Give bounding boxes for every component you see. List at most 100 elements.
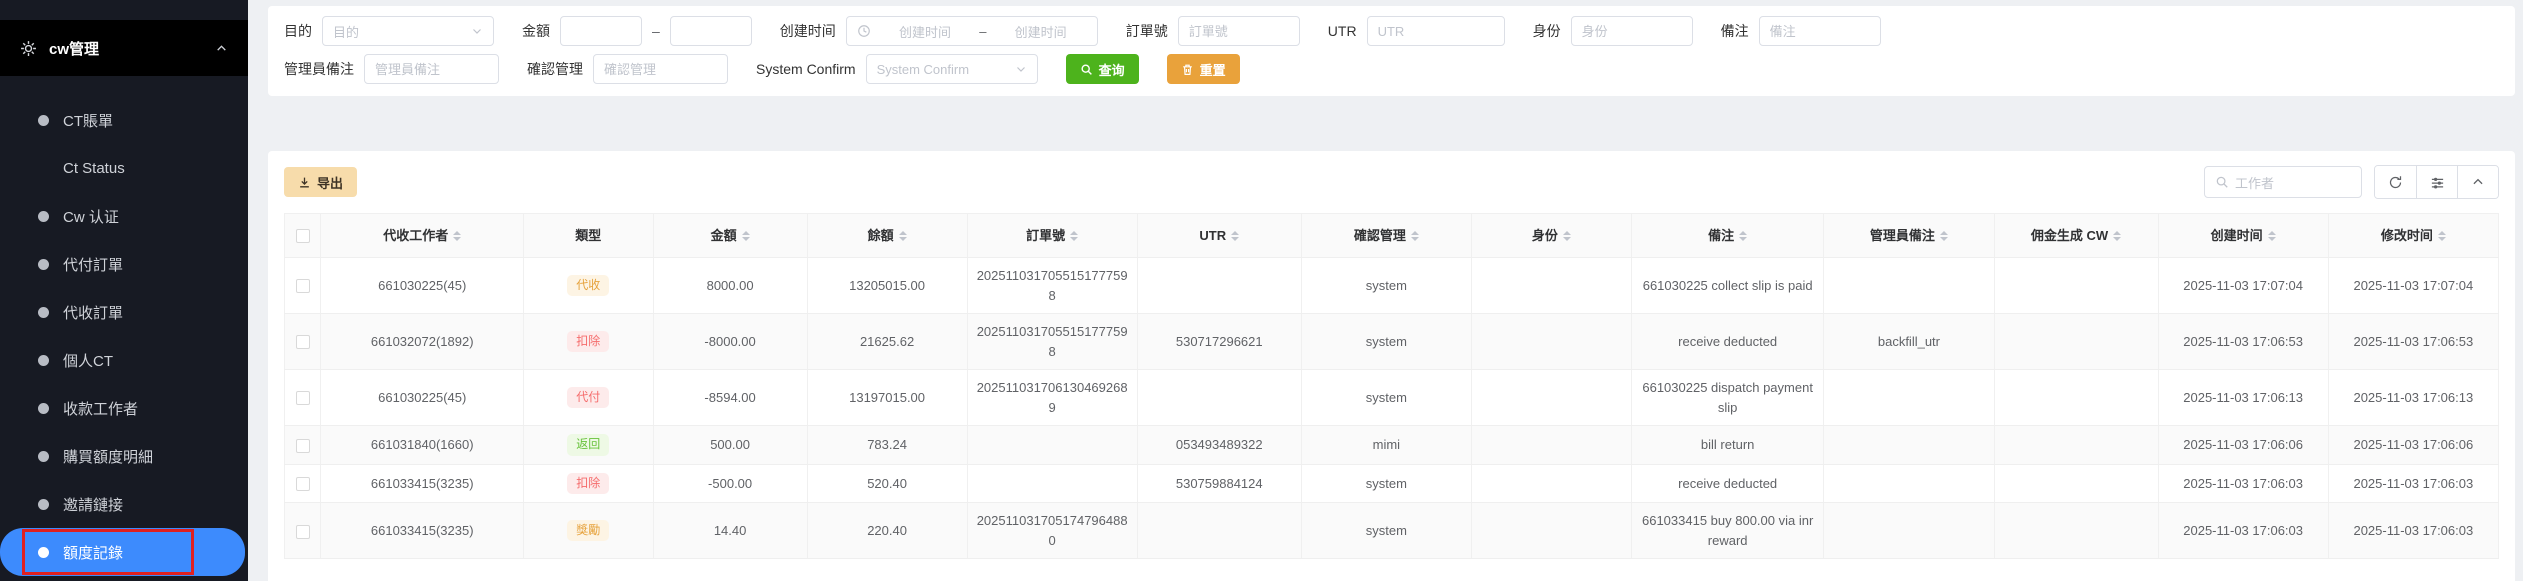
header-modified[interactable]: 修改时间	[2328, 214, 2498, 258]
gear-icon	[20, 40, 37, 57]
cell-commission_cw	[1994, 314, 2158, 370]
sidebar-item-8[interactable]: 邀請鏈接	[0, 480, 248, 528]
header-remark[interactable]: 備注	[1631, 214, 1823, 258]
collapse-button[interactable]	[2457, 166, 2498, 198]
header-admin_remark[interactable]: 管理員備注	[1824, 214, 1994, 258]
cell-modified: 2025-11-03 17:07:04	[2328, 258, 2498, 314]
header-label: 確認管理	[1354, 228, 1406, 243]
refresh-button[interactable]	[2375, 166, 2416, 198]
cell-worker: 661033415(3235)	[321, 464, 524, 503]
reset-button[interactable]: 重置	[1167, 54, 1240, 84]
header-worker[interactable]: 代收工作者	[321, 214, 524, 258]
order-input[interactable]	[1178, 16, 1300, 46]
cell-worker: 661033415(3235)	[321, 503, 524, 559]
confirm-input[interactable]	[593, 54, 728, 84]
header-label: 代收工作者	[383, 228, 448, 243]
select-all-checkbox[interactable]	[296, 229, 310, 243]
sort-icon[interactable]	[1563, 227, 1571, 245]
sidebar-item-label: 代收訂單	[63, 302, 123, 323]
sidebar-item-1[interactable]: Ct Status	[0, 144, 248, 192]
sort-icon[interactable]	[1070, 227, 1078, 245]
sort-icon[interactable]	[1739, 227, 1747, 245]
header-label: 身份	[1532, 228, 1558, 243]
records-panel: 导出 工作者	[268, 151, 2515, 581]
header-confirm[interactable]: 確認管理	[1301, 214, 1471, 258]
utr-input[interactable]	[1367, 16, 1505, 46]
row-checkbox[interactable]	[296, 279, 310, 293]
system-confirm-select[interactable]: System Confirm	[866, 54, 1038, 84]
header-balance[interactable]: 餘額	[807, 214, 967, 258]
amount-min-input[interactable]	[560, 16, 642, 46]
created-range-picker[interactable]: 创建时间 – 创建时间	[846, 16, 1098, 46]
cell-select[interactable]	[285, 314, 321, 370]
cell-admin_remark: backfill_utr	[1824, 314, 1994, 370]
cell-select[interactable]	[285, 464, 321, 503]
cell-type: 代付	[524, 370, 654, 426]
cell-order_no: 2025110317051747964880	[967, 503, 1137, 559]
export-button[interactable]: 导出	[284, 167, 357, 197]
cell-balance: 783.24	[807, 426, 967, 465]
download-icon	[298, 176, 311, 189]
sort-icon[interactable]	[1411, 227, 1419, 245]
search-button[interactable]: 查询	[1066, 54, 1139, 84]
filter-confirm: 確認管理	[527, 54, 728, 84]
sidebar-item-6[interactable]: 收款工作者	[0, 384, 248, 432]
row-checkbox[interactable]	[296, 477, 310, 491]
worker-search-placeholder: 工作者	[2235, 173, 2274, 192]
sidebar-item-9[interactable]: 額度記錄	[0, 528, 245, 576]
trash-icon	[1181, 63, 1194, 76]
header-select-all[interactable]	[285, 214, 321, 258]
header-identity[interactable]: 身份	[1471, 214, 1631, 258]
sidebar-item-2[interactable]: Cw 认证	[0, 192, 248, 240]
sort-icon[interactable]	[2268, 227, 2276, 245]
cell-remark: receive deducted	[1631, 314, 1823, 370]
sidebar-item-3[interactable]: 代付訂單	[0, 240, 248, 288]
cell-confirm: system	[1301, 503, 1471, 559]
sort-icon[interactable]	[2113, 227, 2121, 245]
sidebar-item-7[interactable]: 購買額度明細	[0, 432, 248, 480]
header-utr[interactable]: UTR	[1137, 214, 1301, 258]
sort-icon[interactable]	[1940, 227, 1948, 245]
filter-system-confirm: System Confirm System Confirm	[756, 54, 1038, 84]
header-label: 備注	[1708, 228, 1734, 243]
sort-icon[interactable]	[1231, 227, 1239, 245]
cell-balance: 13205015.00	[807, 258, 967, 314]
sidebar-item-5[interactable]: 個人CT	[0, 336, 248, 384]
cell-select[interactable]	[285, 503, 321, 559]
bullet-icon	[38, 451, 49, 462]
chevron-down-icon	[1015, 63, 1027, 75]
sidebar-item-0[interactable]: CT賬單	[0, 96, 248, 144]
filter-identity: 身份	[1533, 16, 1693, 46]
column-settings-button[interactable]	[2416, 166, 2457, 198]
row-checkbox[interactable]	[296, 391, 310, 405]
header-order_no[interactable]: 訂單號	[967, 214, 1137, 258]
cell-select[interactable]	[285, 370, 321, 426]
cell-confirm: system	[1301, 258, 1471, 314]
row-checkbox[interactable]	[296, 335, 310, 349]
sort-icon[interactable]	[899, 227, 907, 245]
sidebar-item-label: Ct Status	[63, 160, 125, 177]
identity-input[interactable]	[1571, 16, 1693, 46]
header-created[interactable]: 创建时间	[2158, 214, 2328, 258]
amount-max-input[interactable]	[670, 16, 752, 46]
cell-select[interactable]	[285, 258, 321, 314]
chevron-up-icon[interactable]	[215, 42, 228, 55]
cell-select[interactable]	[285, 426, 321, 465]
header-amount[interactable]: 金額	[653, 214, 807, 258]
worker-search-input[interactable]: 工作者	[2204, 166, 2362, 198]
sort-icon[interactable]	[453, 227, 461, 245]
header-commission_cw[interactable]: 佣金生成 CW	[1994, 214, 2158, 258]
remark-input[interactable]	[1759, 16, 1881, 46]
admin-remark-input[interactable]	[364, 54, 499, 84]
row-checkbox[interactable]	[296, 439, 310, 453]
sidebar: cw管理 CT賬單 Ct Status Cw 认证代付訂單代收訂單個人CT收款工作者…	[0, 0, 248, 581]
header-label: 创建时间	[2211, 228, 2263, 243]
purpose-select[interactable]: 目的	[322, 16, 494, 46]
sidebar-item-4[interactable]: 代收訂單	[0, 288, 248, 336]
filter-created-time: 创建时间 创建时间 – 创建时间	[780, 16, 1098, 46]
sidebar-header[interactable]: cw管理	[0, 20, 248, 76]
sort-icon[interactable]	[2438, 227, 2446, 245]
clock-icon	[857, 24, 871, 38]
row-checkbox[interactable]	[296, 525, 310, 539]
sort-icon[interactable]	[742, 227, 750, 245]
